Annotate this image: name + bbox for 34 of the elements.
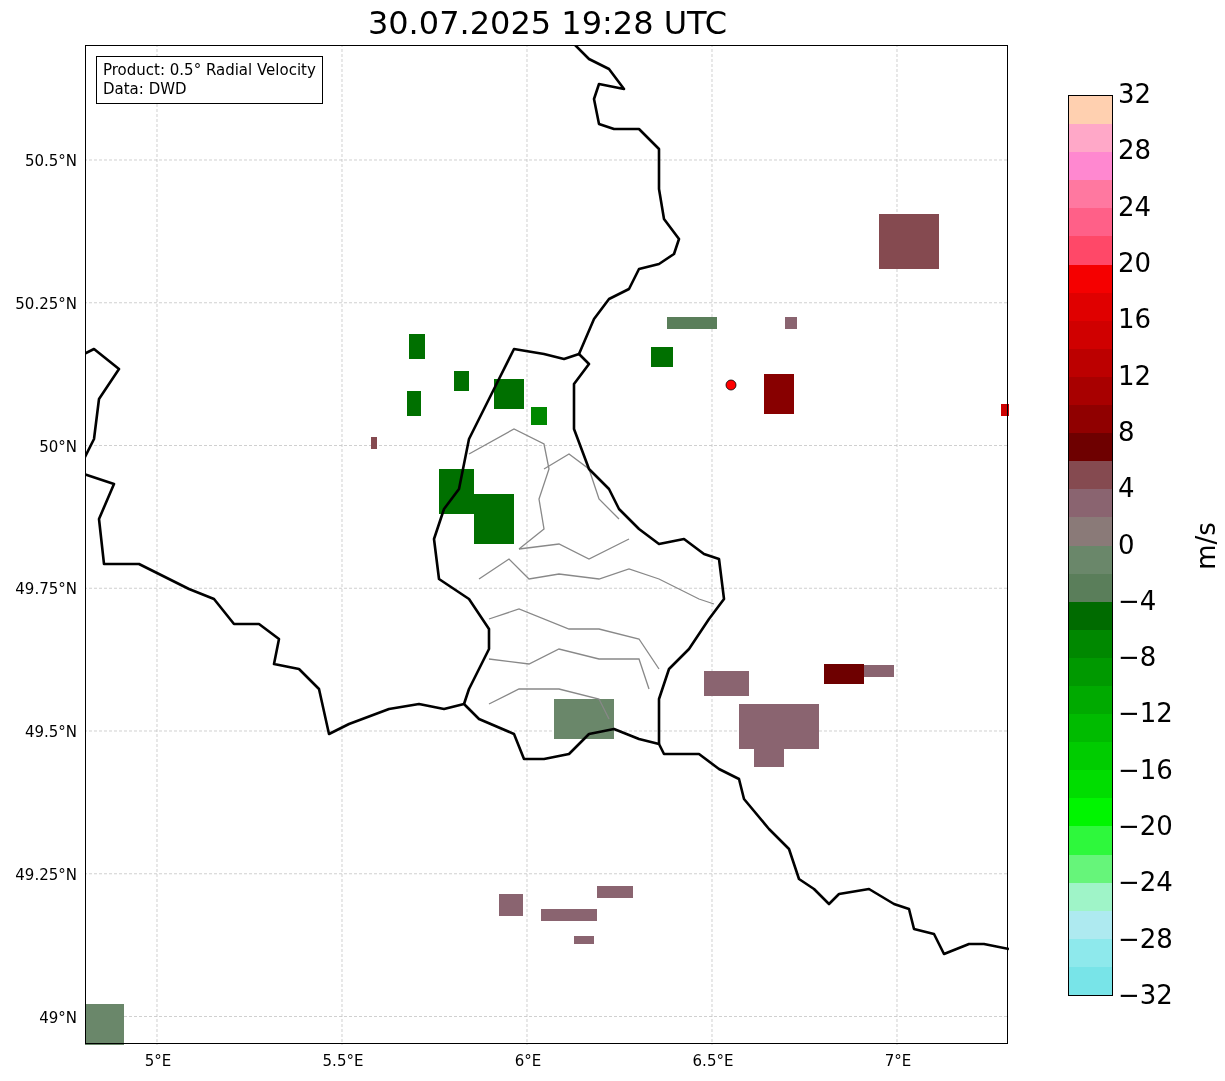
- legend-text: Data: DWD: [103, 80, 188, 99]
- colorbar-tick-label: 8: [1118, 416, 1135, 447]
- longitude-tick-label: 5.5°E: [321, 1052, 365, 1070]
- longitude-tick-label: 7°E: [883, 1052, 913, 1070]
- colorbar-tick-label: −12: [1118, 698, 1173, 729]
- colorbar-tick-label: 24: [1118, 191, 1152, 222]
- latitude-tick-label: 49.25°N: [15, 865, 77, 884]
- colorbar-tick-label: −8: [1118, 642, 1157, 673]
- colorbar-tick-label: −28: [1118, 923, 1173, 954]
- colorbar-label: m/s: [1190, 521, 1221, 570]
- colorbar-tick-label: −4: [1118, 585, 1157, 616]
- colorbar-tick-label: −16: [1118, 754, 1173, 785]
- longitude-tick-label: 6.5°E: [691, 1052, 735, 1070]
- longitude-tick-label: 6°E: [513, 1052, 543, 1070]
- latitude-tick-label: 50.5°N: [24, 152, 77, 170]
- colorbar-tick-label: 4: [1118, 473, 1135, 504]
- colorbar-tick-label: 32: [1118, 79, 1152, 109]
- colorbar-tick-label: 0: [1118, 529, 1135, 560]
- latitude-tick-label: 50.25°N: [15, 294, 77, 313]
- latitude-tick-label: 49.5°N: [24, 723, 77, 741]
- latitude-tick-label: 49.75°N: [15, 580, 77, 599]
- legend-text: Product: 0.5° Radial Velocity: [103, 61, 316, 80]
- colorbar-tick-label: 28: [1118, 135, 1152, 166]
- latitude-tick-label: 49°N: [39, 1008, 77, 1027]
- chart-title: 30.07.2025 19:28 UTC: [367, 3, 728, 42]
- colorbar-tick-label: −24: [1118, 867, 1173, 898]
- colorbar-tick-label: 20: [1118, 247, 1152, 278]
- colorbar-tick-label: −32: [1118, 980, 1173, 1010]
- colorbar-tick-label: −20: [1118, 811, 1173, 842]
- colorbar-tick-label: 12: [1118, 360, 1152, 391]
- colorbar-tick-label: 16: [1118, 304, 1152, 335]
- longitude-tick-label: 5°E: [143, 1052, 173, 1070]
- radar-site-marker: [725, 379, 737, 391]
- latitude-tick-label: 50°N: [39, 437, 77, 456]
